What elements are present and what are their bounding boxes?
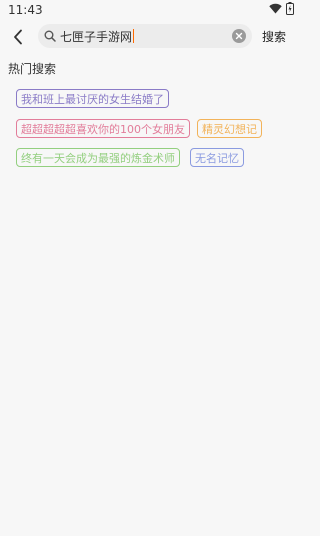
hot-tag[interactable]: 我和班上最讨厌的女生结婚了 [16, 89, 169, 108]
search-icon [44, 27, 56, 46]
search-header: 七匣子手游网 搜索 [0, 20, 300, 54]
wifi-icon [269, 3, 282, 17]
status-bar: 11:43 [0, 0, 300, 20]
search-input-text: 七匣子手游网 [60, 29, 133, 44]
hot-tag[interactable]: 超超超超超喜欢你的100个女朋友 [16, 119, 190, 138]
search-input[interactable]: 七匣子手游网 [60, 28, 232, 45]
clear-input-button[interactable] [232, 29, 246, 43]
hot-tag[interactable]: 终有一天会成为最强的炼金术师 [16, 148, 180, 167]
back-button[interactable] [2, 20, 34, 54]
close-icon [235, 32, 243, 40]
search-button[interactable]: 搜索 [262, 20, 286, 54]
battery-icon [286, 2, 294, 18]
text-caret [133, 29, 135, 43]
hot-search-title: 热门搜索 [8, 62, 57, 76]
search-field[interactable]: 七匣子手游网 [38, 24, 252, 48]
hot-tag[interactable]: 无名记忆 [190, 148, 244, 167]
chevron-left-icon [14, 29, 22, 45]
hot-tag[interactable]: 精灵幻想记 [197, 119, 262, 138]
status-time: 11:43 [8, 3, 43, 17]
status-icons [269, 2, 294, 18]
